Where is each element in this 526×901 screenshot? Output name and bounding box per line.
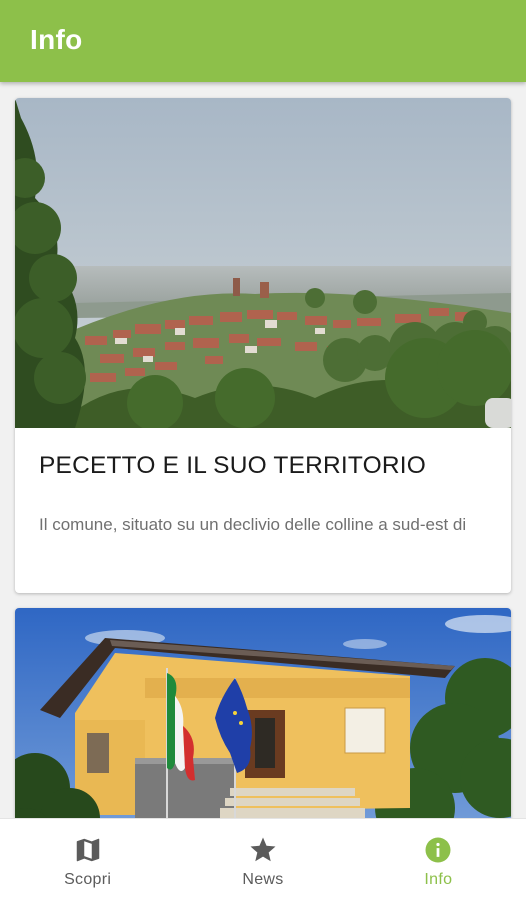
card-title: PECETTO E IL SUO TERRITORIO — [39, 452, 427, 479]
app-bar: Info — [0, 0, 526, 82]
info-icon — [425, 837, 451, 863]
bottom-navigation: Scopri News Info — [0, 818, 526, 901]
article-card[interactable]: PECETTO E IL SUO TERRITORIO Il comune, s… — [15, 98, 511, 593]
card-image-municipal-building — [15, 608, 511, 818]
article-card[interactable] — [15, 608, 511, 818]
card-description: Il comune, situato su un declivio delle … — [39, 515, 467, 534]
map-icon — [76, 838, 99, 862]
card-image-landscape — [15, 98, 511, 428]
star-icon — [250, 837, 276, 862]
page-title: Info — [30, 24, 83, 55]
nav-label: Info — [424, 871, 453, 888]
nav-item-news[interactable]: News — [175, 819, 350, 901]
nav-label: News — [242, 871, 284, 888]
nav-label: Scopri — [64, 871, 112, 888]
nav-item-info[interactable]: Info — [351, 819, 526, 901]
content-list[interactable]: PECETTO E IL SUO TERRITORIO Il comune, s… — [0, 82, 526, 818]
nav-item-scopri[interactable]: Scopri — [0, 819, 175, 901]
